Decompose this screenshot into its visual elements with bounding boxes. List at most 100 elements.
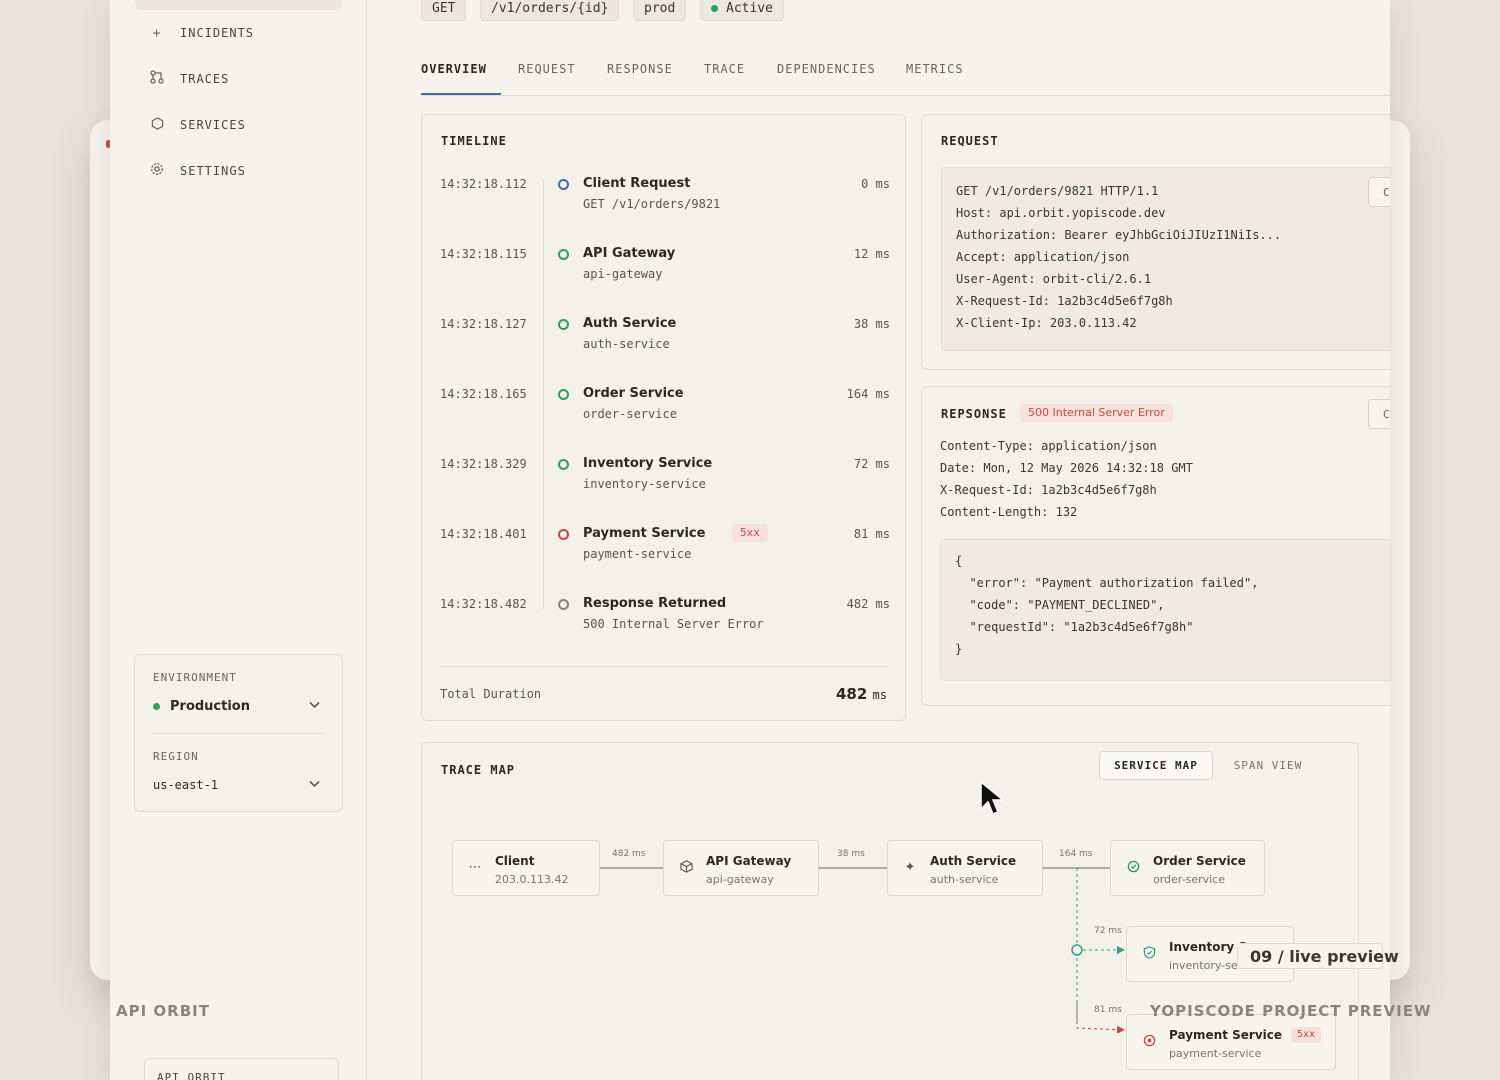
sidebar-item-label: INCIDENTS [180,26,255,40]
event-time: 14:32:18.329 [440,457,527,471]
chevron-down-icon[interactable] [309,778,320,791]
event-sub: payment-service [583,547,692,561]
mouse-cursor-icon [980,780,1006,815]
environment-label: ENVIRONMENT [153,671,237,684]
response-header-line: X-Request-Id: 1a2b3c4d5e6f7g8h [940,483,1157,497]
event-time: 14:32:18.112 [440,177,527,191]
status-text: Active [726,1,773,16]
node-payment-service[interactable]: Payment Service payment-service 5xx [1126,1014,1336,1070]
sidebar-item-incidents[interactable]: + INCIDENTS [150,18,254,48]
node-sub: payment-service [1169,1047,1262,1060]
environment-value: Production [170,699,250,714]
event-duration: 12 ms [853,247,890,261]
method-chip: GET [421,0,467,21]
timeline-event[interactable]: 14:32:18.401 Payment Service payment-servi… [440,524,890,577]
sidebar-top-item[interactable] [135,0,342,10]
traces-icon [150,70,164,88]
request-line: Host: api.orbit.yopiscode.dev [956,206,1166,220]
path-text: /v1/orders/{id} [491,1,609,16]
region-select[interactable]: us-east-1 [153,778,218,792]
node-name: Inventory S [1169,940,1248,954]
environment-select[interactable]: Production [153,699,250,714]
environment-status-dot [153,703,160,710]
event-name: Client Request [583,176,691,191]
timeline-event[interactable]: 14:32:18.329 Inventory Service inventory-s… [440,456,890,507]
status-dot-icon [558,529,569,540]
event-duration: 81 ms [853,527,890,541]
total-duration-unit: ms [872,688,887,702]
event-duration: 38 ms [853,317,890,331]
tab-request[interactable]: REQUEST [518,62,576,76]
tab-metrics[interactable]: METRICS [906,62,964,76]
response-body-line: } [955,642,963,656]
request-line: Accept: application/json [956,250,1130,264]
gear-icon [150,162,164,180]
timeline-event[interactable]: 14:32:18.112 Client Request GET /v1/orders… [440,176,890,227]
request-line: X-Request-Id: 1a2b3c4d5e6f7g8h [956,294,1173,308]
tab-trace[interactable]: TRACE [704,62,745,76]
copy-request-button[interactable]: C [1368,177,1390,207]
tab-dependencies[interactable]: DEPENDENCIES [777,62,876,76]
tab-response[interactable]: RESPONSE [607,62,673,76]
shield-icon [1125,860,1141,877]
copy-response-button[interactable]: C [1368,399,1390,429]
sidebar-item-traces[interactable]: TRACES [150,64,229,94]
brand-right-label: YOPISCODE PROJECT PREVIEW [1150,1002,1432,1020]
env-chip: prod [633,0,687,21]
node-error-badge: 5xx [1290,1027,1321,1043]
chevron-down-icon[interactable] [309,699,320,712]
sidebar-bottom-card[interactable]: API ORBIT [144,1058,339,1080]
sidebar-bottom-label: API ORBIT [157,1071,226,1080]
shield-icon [1141,946,1157,963]
sparkle-icon: ✦ [904,860,916,875]
status-dot-icon [558,459,569,470]
total-duration-number: 482 [836,685,868,703]
event-duration: 164 ms [846,387,890,401]
status-dot-icon [558,319,569,330]
node-client[interactable]: ⋯ Client 203.0.113.42 [452,840,600,896]
node-sub: api-gateway [706,873,774,886]
sidebar-item-label: SERVICES [180,118,246,132]
node-sub: order-service [1153,873,1225,886]
response-title: REPSONSE [941,407,1007,421]
timeline-event[interactable]: 14:32:18.115 API Gateway api-gateway 12 ms [440,246,890,297]
node-name: Auth Service [930,854,1017,868]
request-line: X-Client-Ip: 203.0.113.42 [956,316,1137,330]
request-line: GET /v1/orders/9821 HTTP/1.1 [956,184,1159,198]
node-api-gateway[interactable]: API Gateway api-gateway [663,840,819,896]
live-preview-label: 09 / live preview [1237,943,1399,969]
event-time: 14:32:18.115 [440,247,527,261]
node-auth-service[interactable]: ✦ Auth Service auth-service [887,840,1043,896]
sidebar-item-settings[interactable]: SETTINGS [150,156,246,186]
event-duration: 482 ms [846,597,890,611]
request-code-block: GET /v1/orders/9821 HTTP/1.1 Host: api.or… [941,167,1390,351]
error-shield-icon [1141,1034,1157,1051]
sidebar-item-services[interactable]: SERVICES [150,110,246,140]
timeline-card: TIMELINE 14:32:18.112 Client Request GET /… [421,114,906,721]
node-order-service[interactable]: Order Service order-service [1110,840,1265,896]
sidebar-item-label: TRACES [180,72,230,86]
sidebar-item-label: SETTINGS [180,164,246,178]
timeline-event[interactable]: 14:32:18.165 Order Service order-service 16… [440,386,890,437]
event-name: Response Returned [583,596,727,611]
event-time: 14:32:18.165 [440,387,527,401]
edge-label: 38 ms [837,849,865,859]
region-label: REGION [153,750,199,763]
environment-card: ENVIRONMENT Production REGION us-east-1 [134,654,343,812]
event-sub: GET /v1/orders/9821 [583,197,721,211]
status-dot-icon [558,599,569,610]
response-card: REPSONSE 500 Internal Server Error C Con… [921,386,1390,706]
response-header-line: Date: Mon, 12 May 2026 14:32:18 GMT [940,461,1193,475]
region-value: us-east-1 [153,778,219,792]
timeline-event[interactable]: 14:32:18.127 Auth Service auth-service 38 m… [440,316,890,367]
timeline-event[interactable]: 14:32:18.482 Response Returned 500 Interna… [440,596,890,647]
tab-overview[interactable]: OVERVIEW [421,62,487,76]
tab-bar: OVERVIEW REQUEST RESPONSE TRACE DEPENDEN… [421,56,1390,96]
response-body-line: "error": "Payment authorization failed", [955,576,1259,590]
event-duration: 72 ms [853,457,890,471]
event-time: 14:32:18.482 [440,597,527,611]
node-name: Order Service [1153,854,1246,868]
request-card: REQUEST GET /v1/orders/9821 HTTP/1.1 Host… [921,114,1390,370]
method-text: GET [432,1,456,16]
event-name: Payment Service [583,526,706,541]
